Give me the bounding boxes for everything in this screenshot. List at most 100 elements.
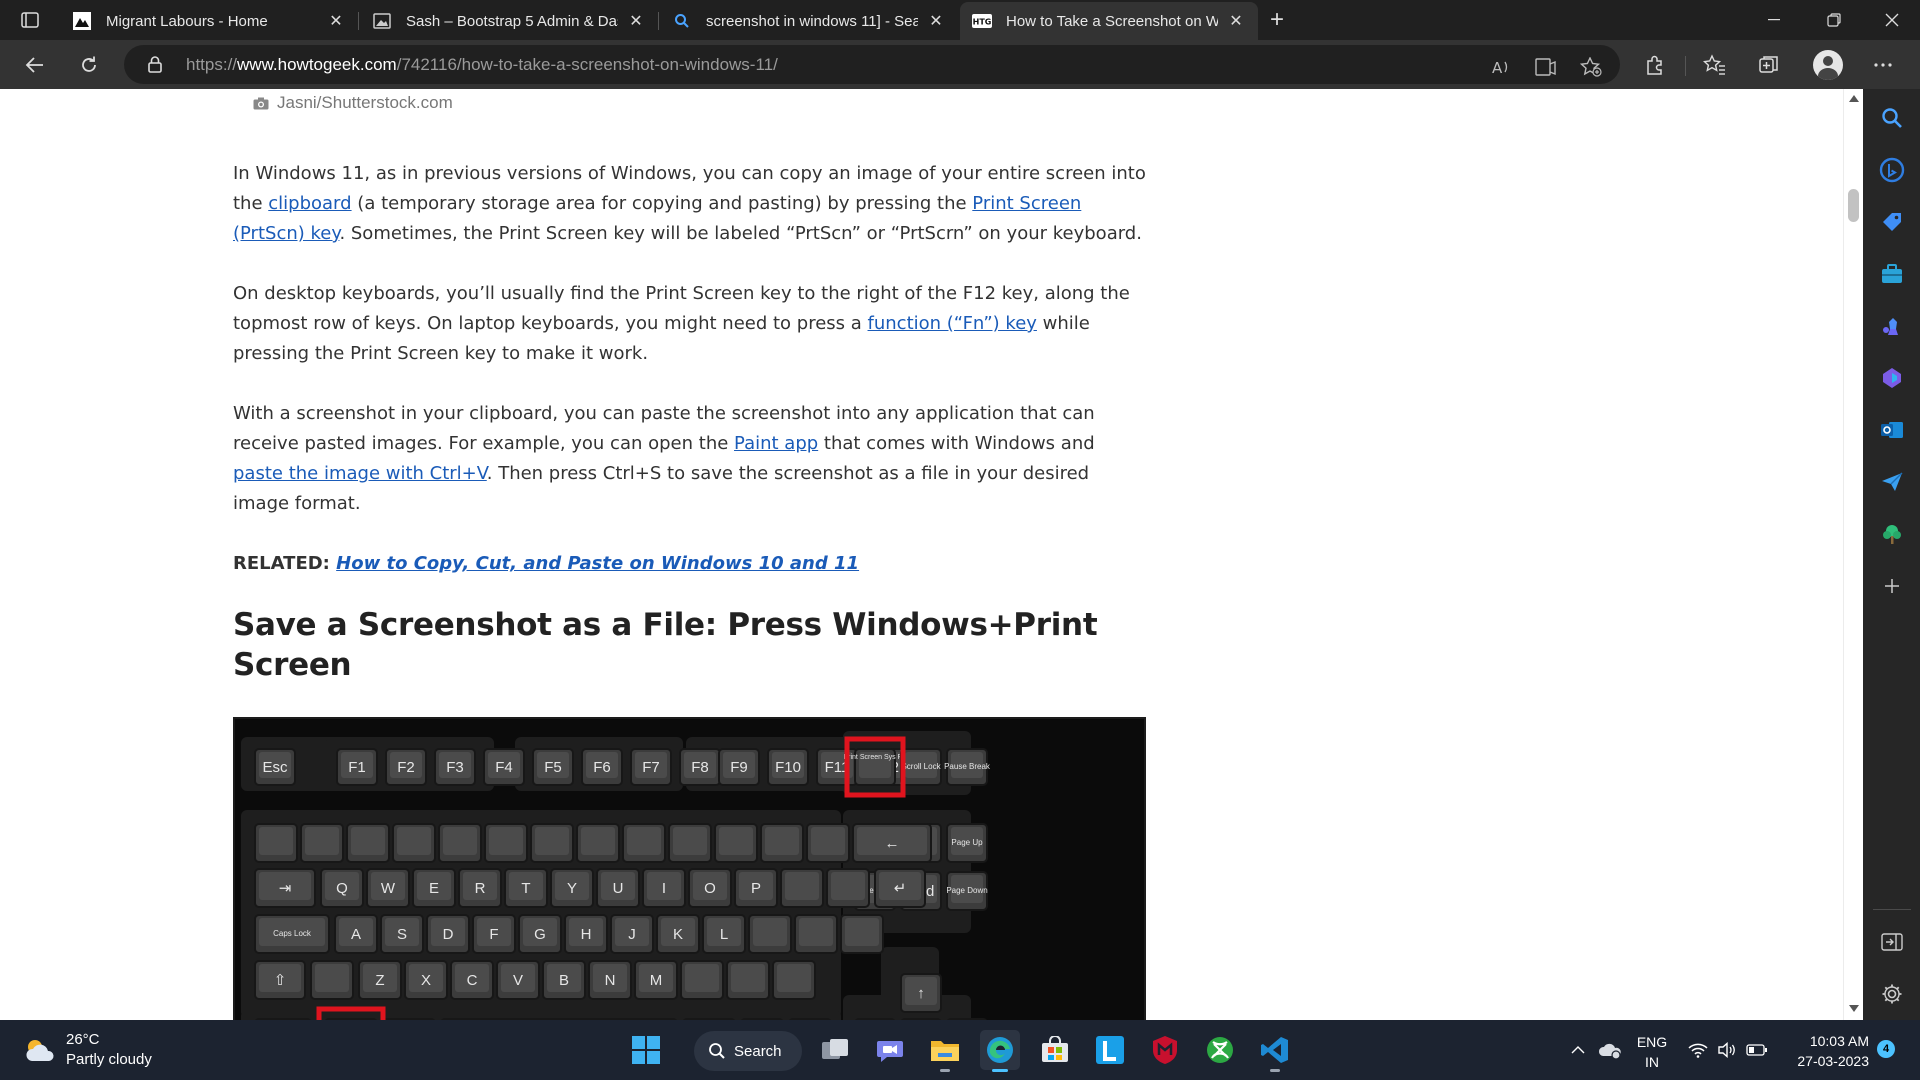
teams-chat-button[interactable] [870,1030,910,1070]
paint-app-link[interactable]: Paint app [734,433,818,454]
key-label: V [513,972,523,989]
keyboard-key [438,823,482,863]
minimize-button[interactable] [1746,0,1802,40]
collections-button[interactable] [1752,48,1786,82]
close-window-button[interactable] [1864,0,1920,40]
keyboard-key: ⇧ [254,960,306,1000]
sidebar-drop-button[interactable] [1877,467,1907,497]
back-button[interactable] [18,48,52,82]
windows-taskbar: 26°C Partly cloudy Search ENG IN 10:03 A… [0,1020,1920,1080]
xbox-button[interactable] [1200,1030,1240,1070]
language-indicator[interactable]: ENG IN [1636,1032,1668,1072]
keyboard-key: O [688,868,732,908]
key-label: F10 [775,759,801,776]
restore-button[interactable] [1806,0,1862,40]
puzzle-icon [1647,55,1662,75]
weather-widget[interactable]: 26°C Partly cloudy [22,1030,152,1070]
sidebar-copilot-button[interactable] [1877,363,1907,393]
tab-how-to-geek[interactable]: HTG How to Take a Screenshot on Wi ✕ [960,2,1258,40]
close-tab-icon[interactable]: ✕ [626,11,646,31]
keyboard-key: H [564,914,608,954]
key-label: M [650,972,663,989]
favorites-button[interactable] [1698,48,1732,82]
sidebar-add-button[interactable] [1877,571,1907,601]
function-key-link[interactable]: function (“Fn”) key [868,313,1037,334]
tab-sash-admin[interactable]: Sash – Bootstrap 5 Admin & Das ✕ [360,2,658,40]
keyboard-key: F5 [532,748,574,786]
keyboard-key: G [518,914,562,954]
refresh-button[interactable] [72,48,106,82]
keyboard-key: F7 [630,748,672,786]
task-view-button[interactable] [815,1030,855,1070]
page-scrollbar[interactable] [1843,89,1863,1020]
sidebar-settings-button[interactable] [1877,979,1907,1009]
clock-time: 10:03 AM [1809,1033,1869,1049]
keyboard-key [748,914,792,954]
onedrive-tray-button[interactable] [1596,1020,1624,1080]
address-bar[interactable]: https://www.howtogeek.com/742116/how-to-… [124,45,1620,84]
key-label: F6 [593,759,611,776]
tab-search-screenshot[interactable]: screenshot in windows 11] - Sear ✕ [660,2,958,40]
sidebar-bing-button[interactable] [1877,155,1907,185]
scroll-up-arrow-icon[interactable] [1849,95,1859,102]
letter-l-app-button[interactable] [1090,1030,1130,1070]
close-tab-icon[interactable]: ✕ [1226,11,1246,31]
wifi-tray-button[interactable] [1686,1020,1710,1080]
scroll-down-arrow-icon[interactable] [1849,1005,1859,1012]
key-label: Pause Break [944,762,991,771]
clipboard-link[interactable]: clipboard [268,193,351,214]
lock-icon[interactable] [148,56,162,78]
key-label: F1 [348,759,366,776]
paste-ctrl-v-link[interactable]: paste the image with Ctrl+V [233,463,487,484]
key-label: ↵ [894,880,907,897]
sidebar-shopping-button[interactable] [1877,207,1907,237]
microsoft-365-icon [1883,368,1901,388]
immersive-reader-icon[interactable] [1534,55,1558,79]
file-explorer-button[interactable] [925,1030,965,1072]
key-label: C [467,972,478,989]
windows-logo-icon [632,1036,660,1064]
sidebar-tree-button[interactable] [1877,519,1907,549]
close-tab-icon[interactable]: ✕ [926,11,946,31]
vscode-button[interactable] [1255,1030,1295,1072]
folder-icon [931,1041,959,1061]
tab-migrant-labours[interactable]: Migrant Labours - Home ✕ [60,2,358,40]
mcafee-button[interactable] [1145,1030,1185,1070]
notification-badge[interactable]: 4 [1877,1040,1895,1058]
taskbar-search[interactable]: Search [694,1031,802,1071]
url-text[interactable]: https://www.howtogeek.com/742116/how-to-… [186,55,778,75]
extensions-button[interactable] [1638,48,1672,82]
read-aloud-icon[interactable]: A [1490,55,1514,79]
key-label: X [421,972,431,989]
taskbar-clock[interactable]: 10:03 AM 27-03-2023 [1785,1031,1869,1071]
battery-icon [1746,1044,1767,1056]
add-favorite-icon[interactable] [1579,55,1603,79]
sidebar-tools-button[interactable] [1877,259,1907,289]
new-tab-button[interactable]: + [1262,6,1292,34]
tab-actions-button[interactable] [10,8,50,32]
paragraph-text: that comes with Windows and [818,433,1095,454]
scrollbar-thumb[interactable] [1848,189,1859,222]
keyboard-image: EscF1F2F3F4F5F6F7F8F9F10F11F12Print Scre… [233,717,1146,1020]
close-tab-icon[interactable]: ✕ [326,11,346,31]
sidebar-separator [1873,909,1911,910]
show-hidden-icons-button[interactable] [1568,1020,1588,1080]
profile-avatar-button[interactable] [1813,50,1843,80]
settings-more-button[interactable] [1866,48,1900,82]
sidebar-search-button[interactable] [1877,103,1907,133]
start-button[interactable] [626,1030,666,1070]
keyboard-key: K [656,914,700,954]
sidebar-games-button[interactable] [1877,311,1907,341]
edge-browser-button[interactable] [980,1030,1020,1072]
sidebar-outlook-button[interactable] [1877,415,1907,445]
key-label: P [751,880,761,897]
related-link[interactable]: How to Copy, Cut, and Paste on Windows 1… [336,553,859,574]
battery-tray-button[interactable] [1744,1020,1770,1080]
keyboard-key: F2 [385,748,427,786]
key-label: O [704,880,716,897]
microsoft-store-button[interactable] [1035,1030,1075,1070]
bing-chat-icon [1879,157,1905,183]
volume-tray-button[interactable] [1715,1020,1739,1080]
sidebar-hide-button[interactable] [1877,927,1907,957]
keyboard-key: J [610,914,654,954]
